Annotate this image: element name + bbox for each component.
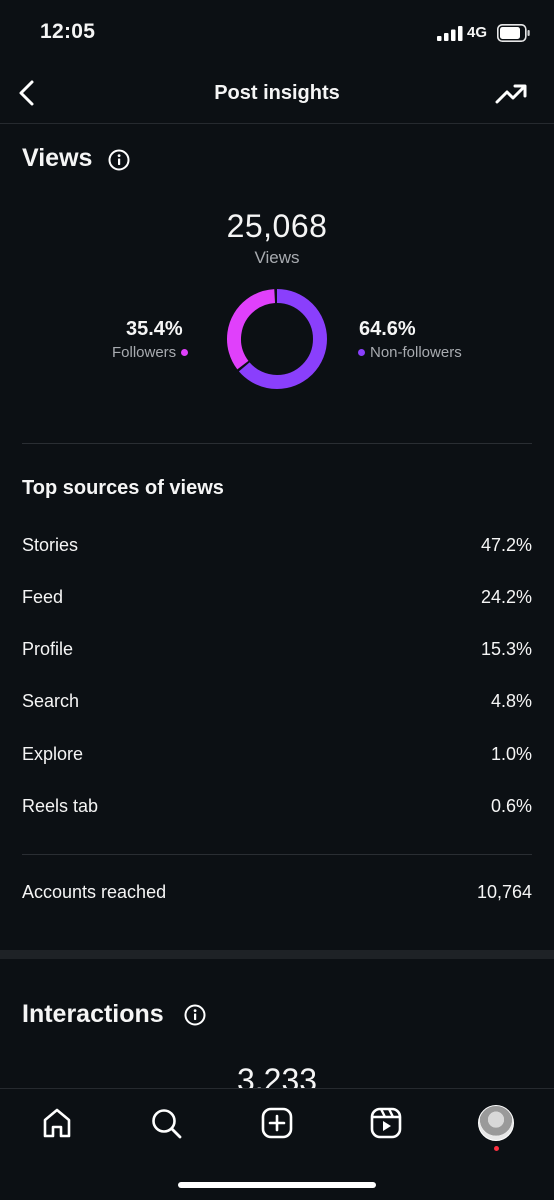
views-donut-chart <box>227 288 327 389</box>
interactions-section-title: Interactions <box>22 1000 164 1028</box>
top-sources-title: Top sources of views <box>22 477 224 499</box>
section-separator <box>0 950 554 959</box>
source-label: Search <box>22 691 80 711</box>
source-value: 0.6% <box>490 796 532 816</box>
source-label: Profile <box>22 639 74 659</box>
views-total-label: Views <box>254 248 300 267</box>
source-label: Reels tab <box>22 796 99 816</box>
header: Post insights <box>0 66 554 124</box>
source-label: Feed <box>22 587 64 607</box>
home-indicator <box>178 1182 376 1188</box>
source-value: 1.0% <box>490 744 532 764</box>
followers-legend: Followers <box>112 344 189 361</box>
source-value: 24.2% <box>480 587 532 607</box>
donut-followers-arc <box>227 288 327 389</box>
list-item: Feed 24.2% <box>22 587 532 617</box>
signal-icon <box>437 26 463 41</box>
list-item: Profile 15.3% <box>22 639 532 669</box>
nav-reels-button[interactable] <box>366 1103 406 1143</box>
list-item: Search 4.8% <box>22 691 532 721</box>
followers-percent: 35.4% <box>126 318 183 340</box>
nav-home-button[interactable] <box>37 1103 77 1143</box>
reels-icon <box>370 1107 402 1139</box>
page-title: Post insights <box>214 82 340 104</box>
divider <box>22 443 532 444</box>
status-bar: 12:05 4G <box>0 0 554 66</box>
accounts-reached-value: 10,764 <box>476 882 532 902</box>
home-icon <box>43 1108 71 1138</box>
create-icon <box>261 1107 293 1139</box>
battery-icon <box>497 24 530 42</box>
source-label: Stories <box>22 535 79 555</box>
followers-label: Followers <box>112 344 177 361</box>
nav-create-button[interactable] <box>257 1103 297 1143</box>
accounts-reached-row: Accounts reached 10,764 <box>22 882 532 912</box>
list-item: Reels tab 0.6% <box>22 796 532 826</box>
list-item: Stories 47.2% <box>22 535 532 565</box>
source-label: Explore <box>22 744 84 764</box>
non-followers-label: Non-followers <box>370 344 462 361</box>
post-insights-screen: 12:05 4G Post insights Views 25,068 View… <box>0 0 554 1200</box>
source-value: 4.8% <box>490 691 532 711</box>
profile-avatar[interactable] <box>478 1105 514 1141</box>
info-icon[interactable] <box>184 1004 206 1026</box>
status-time: 12:05 <box>40 20 96 43</box>
views-total: 25,068 <box>226 208 328 244</box>
accounts-reached-label: Accounts reached <box>22 882 167 902</box>
source-value: 15.3% <box>480 639 532 659</box>
search-icon <box>152 1109 182 1139</box>
non-followers-legend: Non-followers <box>358 344 462 361</box>
interactions-total: 3,233 <box>236 1062 318 1088</box>
divider <box>22 854 532 855</box>
nav-search-button[interactable] <box>146 1103 186 1143</box>
list-item: Explore 1.0% <box>22 744 532 774</box>
non-followers-dot <box>358 349 365 356</box>
trending-up-icon[interactable] <box>494 78 528 110</box>
notification-dot <box>494 1146 499 1151</box>
views-section-title: Views <box>22 144 93 172</box>
network-type: 4G <box>467 24 488 41</box>
info-icon[interactable] <box>108 149 130 171</box>
followers-dot <box>181 349 189 356</box>
source-value: 47.2% <box>480 535 532 555</box>
non-followers-percent: 64.6% <box>359 318 416 340</box>
